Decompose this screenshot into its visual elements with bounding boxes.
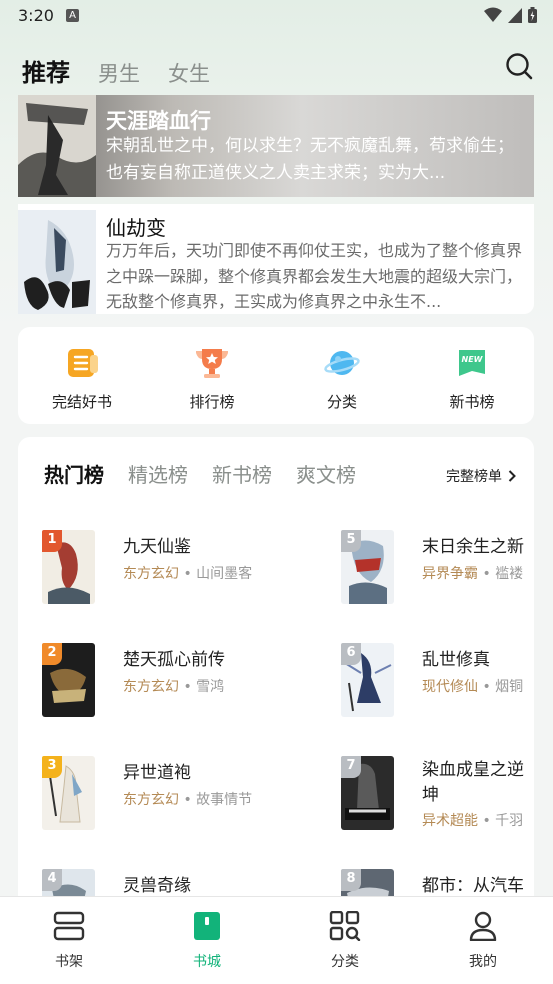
rank-book-title: 末日余生之新 [422, 537, 524, 557]
featured-desc: 宋朝乱世之中，何以求生？无不疯魔乱舞，苟求偷生；也有妄自称正道侠义之人卖主求荣；… [106, 136, 514, 183]
rank-book-author: 褴褛 [495, 566, 524, 582]
nav-category[interactable]: 分类 [305, 910, 385, 971]
rank-book-meta: 东方玄幻 • 山间墨客 [123, 566, 253, 582]
rank-book-genre: 异术超能 [422, 813, 478, 829]
status-bar: 3:20 A [0, 0, 553, 32]
full-list-link[interactable]: 完整榜单 [446, 466, 516, 486]
nav-label: 我的 [469, 954, 497, 970]
bookshelf-icon [53, 911, 85, 941]
book-cover [18, 210, 96, 314]
rank-tab-hot[interactable]: 热门榜 [36, 459, 104, 494]
chevron-right-icon [508, 470, 516, 482]
user-icon [469, 911, 497, 942]
rank-book-title: 乱世修真 [422, 650, 490, 670]
rank-tab-selected[interactable]: 精选榜 [128, 459, 188, 488]
rank-number-badge: 8 [341, 869, 361, 891]
rank-book-author: 雪鸿 [196, 679, 225, 695]
rank-book-meta: 异界争霸 • 褴褛 [422, 566, 524, 582]
status-time: 3:20 [18, 6, 54, 25]
rank-book-genre: 东方玄幻 [123, 566, 179, 582]
rank-book-genre: 东方玄幻 [123, 679, 179, 695]
full-list-label: 完整榜单 [446, 469, 502, 485]
quick-label: 新书榜 [449, 393, 495, 411]
book-title: 仙劫变 [106, 216, 166, 240]
rank-book-title: 楚天孤心前传 [123, 650, 225, 670]
recommended-book-card[interactable]: 仙劫变 万万年后，天功门即使不再仰仗王实，也成为了整个修真界之中跺一跺脚，整个修… [18, 204, 534, 314]
book-finished-icon [68, 349, 98, 377]
top-tabs: 推荐 男生 女生 [20, 48, 210, 92]
nav-label: 书城 [193, 954, 221, 970]
rank-book-author: 故事情节 [196, 792, 253, 808]
rank-number-badge: 7 [341, 756, 361, 778]
bottom-nav: 书架 书城 分类 我的 [0, 896, 553, 984]
quick-label: 分类 [326, 393, 357, 411]
nav-label: 分类 [331, 954, 359, 970]
battery-icon [528, 7, 537, 23]
rank-item[interactable]: 3 异世道袍 东方玄幻 • 故事情节 [42, 756, 322, 836]
rank-number-badge: 5 [341, 530, 361, 552]
rank-book-genre: 东方玄幻 [123, 792, 179, 808]
rank-number-badge: 1 [42, 530, 62, 552]
rank-book-author: 山间墨客 [196, 566, 253, 582]
quick-label: 排行榜 [189, 393, 235, 411]
rank-item[interactable]: 1 九天仙鉴 东方玄幻 • 山间墨客 [42, 530, 322, 610]
rank-tab-new[interactable]: 新书榜 [212, 459, 272, 488]
tab-male[interactable]: 男生 [98, 58, 140, 88]
quick-ranking[interactable]: 排行榜 [162, 347, 262, 412]
category-icon [329, 910, 361, 942]
rank-book-title: 都市：从汽车 [422, 876, 524, 896]
ranking-panel: 热门榜 精选榜 新书榜 爽文榜 完整榜单 1 九天仙鉴 东方玄幻 • 山间墨客 … [18, 437, 534, 907]
rank-book-meta: 现代修仙 • 烟铜 [422, 679, 524, 695]
notification-icon: A [66, 9, 79, 22]
signal-icon [508, 7, 522, 23]
featured-title: 天涯踏血行 [106, 109, 211, 133]
nav-mine[interactable]: 我的 [443, 911, 523, 971]
rank-item[interactable]: 7 染血成皇之逆坤 异术超能 • 千羽 [341, 756, 534, 836]
rank-book-meta: 异术超能 • 千羽 [422, 813, 524, 829]
rank-item[interactable]: 5 末日余生之新 异界争霸 • 褴褛 [341, 530, 534, 610]
rank-item[interactable]: 6 乱世修真 现代修仙 • 烟铜 [341, 643, 534, 723]
rank-number-badge: 3 [42, 756, 62, 778]
rank-book-meta: 东方玄幻 • 故事情节 [123, 792, 253, 808]
rank-number-badge: 2 [42, 643, 62, 665]
rank-book-meta: 东方玄幻 • 雪鸿 [123, 679, 225, 695]
nav-bookstore[interactable]: 书城 [167, 911, 247, 971]
rank-number-badge: 6 [341, 643, 361, 665]
rank-book-genre: 现代修仙 [422, 679, 478, 695]
trophy-icon [196, 349, 228, 378]
featured-book-cover [18, 95, 96, 197]
rank-tab-cool[interactable]: 爽文榜 [296, 459, 356, 488]
rank-book-title: 九天仙鉴 [123, 537, 191, 557]
rank-book-author: 烟铜 [495, 679, 524, 695]
tab-recommend[interactable]: 推荐 [20, 53, 70, 92]
new-badge-text: NEW [462, 355, 484, 364]
quick-finished-books[interactable]: 完结好书 [32, 347, 132, 412]
rank-book-title: 染血成皇之逆坤 [422, 760, 524, 805]
rank-book-author: 千羽 [495, 813, 524, 829]
quick-label: 完结好书 [51, 393, 112, 411]
nav-bookshelf[interactable]: 书架 [29, 911, 109, 971]
quick-category[interactable]: 分类 [292, 347, 392, 412]
search-icon[interactable] [505, 52, 533, 80]
nav-label: 书架 [55, 954, 83, 970]
tab-female[interactable]: 女生 [168, 58, 210, 88]
new-books-icon: NEW [459, 350, 485, 376]
bookstore-icon [194, 912, 220, 940]
quick-entries: 完结好书 排行榜 分类 NEW 新书榜 [18, 327, 534, 424]
rank-book-genre: 异界争霸 [422, 566, 478, 582]
planet-icon [324, 351, 360, 375]
rank-book-title: 灵兽奇缘 [123, 876, 191, 896]
rank-number-badge: 4 [42, 869, 62, 891]
book-desc: 万万年后，天功门即使不再仰仗王实，也成为了整个修真界之中跺一跺脚，整个修真界都会… [106, 241, 523, 311]
system-icons [484, 7, 537, 23]
rank-item[interactable]: 2 楚天孤心前传 东方玄幻 • 雪鸿 [42, 643, 322, 723]
featured-book-card[interactable]: 天涯踏血行 宋朝乱世之中，何以求生？无不疯魔乱舞，苟求偷生；也有妄自称正道侠义之… [18, 95, 534, 197]
wifi-icon [484, 7, 502, 22]
quick-new-books[interactable]: NEW 新书榜 [422, 347, 522, 412]
rank-book-title: 异世道袍 [123, 763, 191, 783]
ranking-tabs: 热门榜 精选榜 新书榜 爽文榜 [36, 459, 356, 494]
